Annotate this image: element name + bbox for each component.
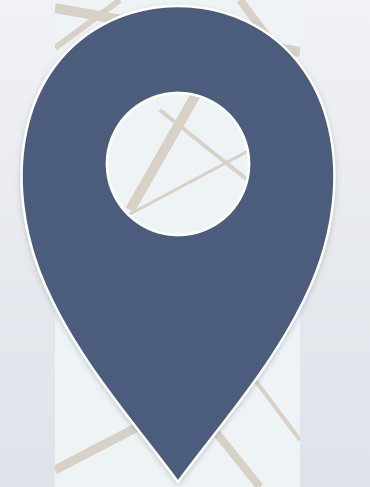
- location-pin-svg: [20, 0, 336, 487]
- location-pin-illustration: [0, 0, 370, 487]
